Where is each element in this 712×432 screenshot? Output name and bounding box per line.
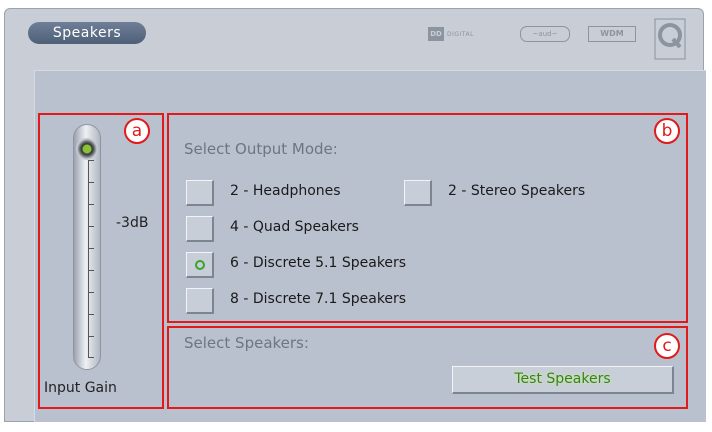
mode-label-headphones: 2 - Headphones — [230, 183, 341, 199]
q-brand-logo-icon — [654, 18, 686, 60]
dolby-digital-logo: DD DIGITAL — [428, 26, 508, 42]
input-gain-label: Input Gain — [44, 380, 117, 396]
input-gain-level: -3dB — [116, 215, 149, 231]
mode-label-quad: 4 - Quad Speakers — [230, 219, 359, 235]
annotation-label-b: b — [654, 118, 680, 144]
mode-label-stereo: 2 - Stereo Speakers — [448, 183, 586, 199]
wdm-logo: WDM — [588, 26, 636, 42]
annotation-box-a — [38, 113, 164, 409]
tab-speakers[interactable]: Speakers — [28, 22, 146, 44]
select-speakers-heading: Select Speakers: — [184, 334, 309, 352]
output-mode-heading: Select Output Mode: — [184, 140, 338, 158]
mode-button-headphones[interactable] — [186, 180, 214, 206]
test-speakers-label: Test Speakers — [514, 371, 611, 387]
input-gain-knob[interactable] — [76, 138, 98, 160]
dolby-logo-text: DIGITAL — [447, 30, 474, 38]
input-gain-scale — [88, 160, 98, 358]
annotation-label-a: a — [124, 118, 150, 144]
mode-button-5-1[interactable] — [186, 252, 214, 278]
mode-label-7-1: 8 - Discrete 7.1 Speakers — [230, 291, 407, 307]
mode-button-quad[interactable] — [186, 216, 214, 242]
test-speakers-button[interactable]: Test Speakers — [452, 366, 674, 394]
mode-button-7-1[interactable] — [186, 288, 214, 314]
selected-indicator-icon — [194, 259, 205, 270]
audio-certification-logo: ~aud~ — [520, 26, 570, 42]
mode-label-5-1: 6 - Discrete 5.1 Speakers — [230, 255, 407, 271]
annotation-label-c: c — [654, 333, 680, 359]
mode-button-stereo[interactable] — [404, 180, 432, 206]
